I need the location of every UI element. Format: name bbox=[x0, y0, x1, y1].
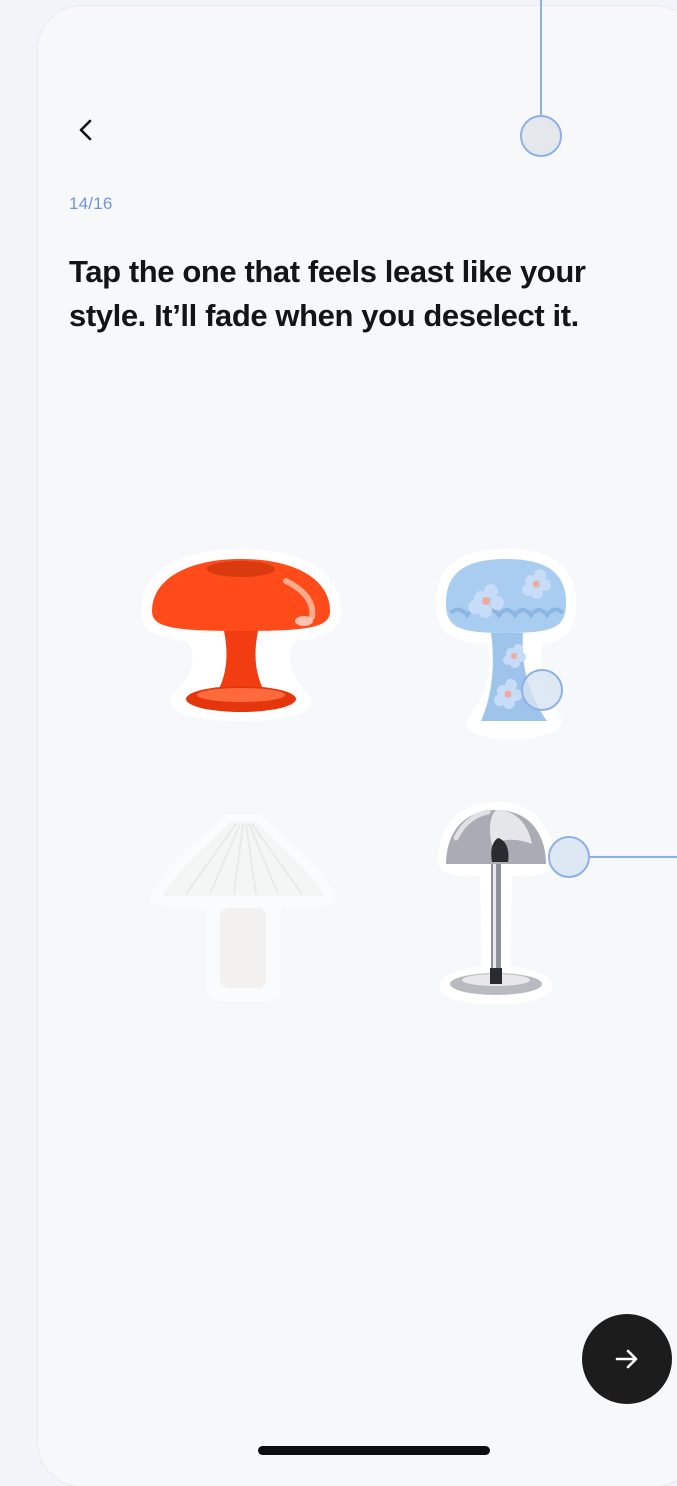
home-indicator bbox=[258, 1446, 490, 1455]
blue-fluffy-lamp-image bbox=[436, 549, 576, 739]
lamp-option-white-pleated[interactable] bbox=[146, 808, 341, 1003]
question-text: Tap the one that feels least like your s… bbox=[69, 254, 586, 333]
back-button[interactable] bbox=[66, 108, 106, 152]
lamp-option-blue-fluffy[interactable] bbox=[431, 543, 581, 743]
lamp-option-orange[interactable] bbox=[136, 541, 346, 726]
progress-indicator: 14/16 bbox=[69, 194, 113, 213]
screen-card: 14/16 Tap the one that feels least like … bbox=[38, 6, 677, 1486]
white-pleated-lamp-image bbox=[151, 814, 336, 1002]
orange-mushroom-lamp-image bbox=[141, 549, 341, 721]
arrow-right-icon bbox=[615, 1349, 638, 1369]
lamp-option-chrome-dome[interactable] bbox=[436, 798, 556, 1008]
chevron-left-icon bbox=[79, 119, 92, 141]
next-button[interactable] bbox=[582, 1314, 672, 1404]
chrome-dome-lamp-image bbox=[438, 802, 554, 1004]
